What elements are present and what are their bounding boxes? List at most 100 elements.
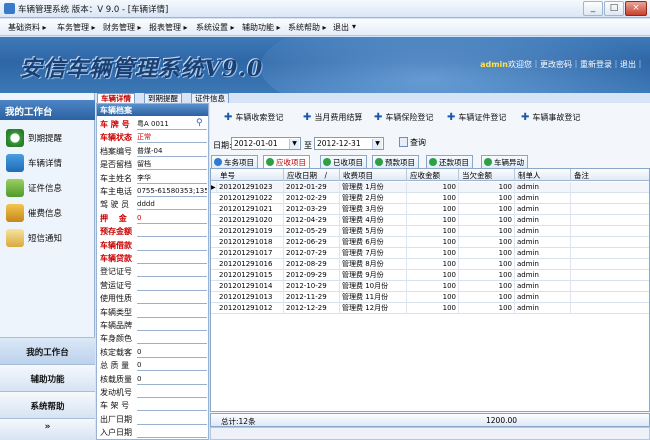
menu-system-help[interactable]: 系统帮助 ▸ xyxy=(288,22,327,33)
table-cell: 2012-05-29 xyxy=(284,226,340,237)
column-header[interactable]: 备注 xyxy=(571,169,650,181)
archive-field-value[interactable] xyxy=(137,253,207,264)
archive-field-value[interactable]: 李华 xyxy=(137,173,207,184)
table-cell: 100 xyxy=(459,204,515,215)
archive-field-value[interactable]: 0 xyxy=(137,374,207,385)
horizontal-scrollbar[interactable] xyxy=(210,427,650,440)
date-to-picker[interactable]: 2012-12-31 ▼ xyxy=(314,137,384,150)
table-row[interactable]: 201201291013 2012-11-29 管理费 11月份 100 100 admi… xyxy=(211,292,649,303)
column-header[interactable]: 单号 xyxy=(217,169,284,181)
table-cell: 管理费 5月份 xyxy=(340,226,407,237)
table-row[interactable]: 201201291012 2012-12-29 管理费 12月份 100 100 admi… xyxy=(211,303,649,314)
menu-system-settings[interactable]: 系统设置 ▸ xyxy=(196,22,235,33)
monthly-settlement-button[interactable]: ✚ 当月费用结算 xyxy=(303,112,362,123)
column-header[interactable]: 应收日期 / xyxy=(284,169,340,181)
table-cell: 100 xyxy=(459,215,515,226)
table-row[interactable]: 201201291020 2012-04-29 管理费 4月份 100 100 admin xyxy=(211,215,649,226)
archive-field-value[interactable] xyxy=(137,427,207,439)
archive-field-value[interactable]: 0 xyxy=(137,360,207,372)
maximize-button[interactable]: □ xyxy=(604,1,624,16)
tab-prepaid-items[interactable]: 预款项目 xyxy=(372,155,419,168)
table-row[interactable]: 201201291019 2012-05-29 管理费 5月份 100 100 admin xyxy=(211,226,649,237)
archive-field-value[interactable] xyxy=(137,414,207,425)
plus-icon: ✚ xyxy=(521,112,530,123)
menu-vehicle-management[interactable]: 车务管理 ▸ xyxy=(57,22,96,33)
archive-field-value[interactable] xyxy=(137,320,207,331)
menu-finance-management[interactable]: 财务管理 ▸ xyxy=(103,22,142,33)
sidebar-item-certificate-info[interactable]: 证件信息 xyxy=(4,177,92,199)
table-cell: 2012-12-29 xyxy=(284,303,340,314)
table-row[interactable]: 201201291016 2012-08-29 管理费 8月份 100 100 admin xyxy=(211,259,649,270)
archive-field-row: 押 金 0 xyxy=(97,212,208,224)
archive-field-value[interactable]: 0755-61580353;135 xyxy=(137,186,207,197)
archive-field-value[interactable] xyxy=(137,307,207,318)
close-button[interactable]: × xyxy=(625,1,647,16)
archive-field-label: 出厂日期 xyxy=(100,414,132,424)
archive-field-value[interactable] xyxy=(137,400,207,412)
sidebar-footer-my-workbench[interactable]: 我的工作台 xyxy=(0,337,95,364)
archive-field-value[interactable] xyxy=(137,280,207,291)
table-cell: 2012-03-29 xyxy=(284,204,340,215)
archive-field-value[interactable] xyxy=(137,226,207,238)
archive-field-value[interactable]: 普煤-04 xyxy=(137,146,207,157)
menu-exit[interactable]: 退出 xyxy=(333,22,349,33)
minimize-button[interactable]: _ xyxy=(583,1,603,16)
menu-report-management[interactable]: 报表管理 ▸ xyxy=(149,22,188,33)
query-button[interactable]: 查询 xyxy=(399,137,426,148)
sidebar-expand-chevron-icon[interactable]: » xyxy=(0,418,95,440)
certificate-register-button[interactable]: ✚ 车辆证件登记 xyxy=(447,112,506,123)
sidebar-footer-help[interactable]: 系统帮助 xyxy=(0,391,95,418)
accident-register-button[interactable]: ✚ 车辆事故登记 xyxy=(521,112,580,123)
archive-field-value[interactable]: 正常 xyxy=(137,132,207,144)
archive-field-value[interactable] xyxy=(137,240,207,251)
archive-field-value[interactable]: 0 xyxy=(137,213,207,224)
archive-field-value[interactable] xyxy=(137,333,207,345)
tab-vehicle-items[interactable]: 车务项目 xyxy=(211,155,258,168)
archive-field-value[interactable]: dddd xyxy=(137,199,207,211)
tab-expiry-reminder[interactable]: 到期提醒 xyxy=(144,93,182,103)
sidebar-item-vehicle-details[interactable]: 车辆详情 xyxy=(4,152,92,174)
sidebar-item-fee-reminder[interactable]: 催费信息 xyxy=(4,202,92,224)
menu-basic-data[interactable]: 基础资料 ▸ xyxy=(8,22,47,33)
archive-field-value[interactable] xyxy=(137,293,207,305)
sidebar-item-sms-notice[interactable]: 短信通知 xyxy=(4,227,92,249)
table-row[interactable]: 201201291021 2012-03-29 管理费 3月份 100 100 admin xyxy=(211,204,649,215)
search-icon[interactable]: ⚲ xyxy=(196,118,203,128)
tab-vehicle-changes[interactable]: 车辆异动 xyxy=(481,155,528,168)
table-row[interactable]: 201201291014 2012-10-29 管理费 10月份 100 100 admi… xyxy=(211,281,649,292)
archive-field-value[interactable] xyxy=(137,266,207,278)
table-row[interactable]: 201201291022 2012-02-29 管理费 2月份 100 100 admin xyxy=(211,193,649,204)
column-header[interactable]: 收费项目 xyxy=(340,169,407,181)
menu-auxiliary-functions[interactable]: 辅助功能 ▸ xyxy=(242,22,281,33)
column-header[interactable]: 当欠金额 xyxy=(459,169,515,181)
tab-receivable-items[interactable]: 应收项目 xyxy=(263,155,310,168)
sidebar-footer-auxiliary[interactable]: 辅助功能 xyxy=(0,364,95,391)
table-cell: 管理费 10月份 xyxy=(340,281,407,292)
account-links[interactable]: ｜更改密码｜重新登录｜退出｜ xyxy=(532,60,644,69)
tab-vehicle-details[interactable]: 车辆详情 xyxy=(97,93,135,103)
archive-field-label: 车主姓名 xyxy=(100,173,132,183)
table-row[interactable]: 201201291017 2012-07-29 管理费 7月份 100 100 admin xyxy=(211,248,649,259)
column-header[interactable]: 应收金额 xyxy=(407,169,459,181)
tab-label: 应收项目 xyxy=(276,158,306,167)
archive-field-value[interactable]: 0 xyxy=(137,347,207,358)
envelope-icon xyxy=(6,229,24,247)
table-row[interactable]: ▶ 201201291023 2012-01-29 管理费 1月份 100 100 admi… xyxy=(211,182,649,193)
insurance-register-button[interactable]: ✚ 车辆保险登记 xyxy=(374,112,433,123)
table-row[interactable]: 201201291015 2012-09-29 管理费 9月份 100 100 admin xyxy=(211,270,649,281)
chevron-down-icon[interactable]: ▼ xyxy=(372,139,382,149)
sidebar-item-expiry-reminder[interactable]: 到期提醒 xyxy=(4,127,92,149)
tab-repayment-items[interactable]: 还款项目 xyxy=(426,155,473,168)
tab-received-items[interactable]: 已收项目 xyxy=(320,155,367,168)
tab-certificate-info[interactable]: 证件信息 xyxy=(191,93,229,103)
chevron-down-icon[interactable]: ▼ xyxy=(289,139,299,149)
table-row[interactable]: 201201291018 2012-06-29 管理费 6月份 100 100 admin xyxy=(211,237,649,248)
sidebar-item-label: 催费信息 xyxy=(28,209,63,219)
vehicle-fee-register-button[interactable]: ✚ 车辆收索登记 xyxy=(224,112,283,123)
date-from-picker[interactable]: 2012-01-01 ▼ xyxy=(231,137,301,150)
archive-field-value[interactable]: 留档 xyxy=(137,159,207,171)
document-tabs: 车辆详情 到期提醒 证件信息 xyxy=(96,93,650,103)
archive-field-value[interactable] xyxy=(137,387,207,398)
menu-overflow-arrow[interactable]: ▾ xyxy=(352,22,356,31)
column-header[interactable]: 制单人 xyxy=(515,169,571,181)
